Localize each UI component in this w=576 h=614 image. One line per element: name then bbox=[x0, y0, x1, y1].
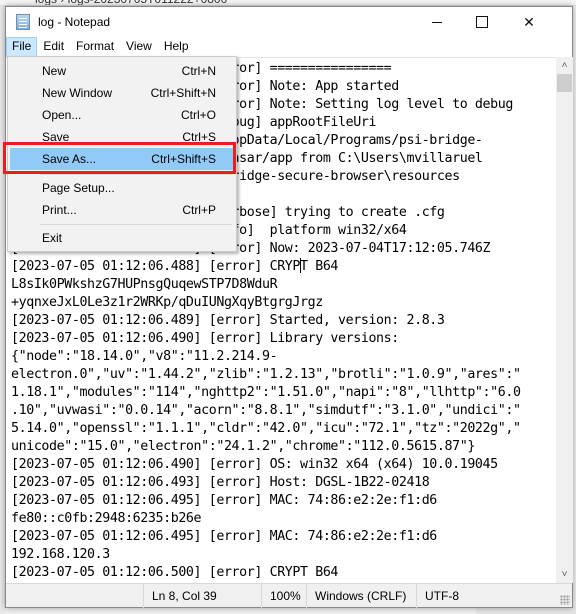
window-title: log - Notepad bbox=[38, 15, 111, 29]
editor-line: [2023-07-05 01:12:06.489] [error] Starte… bbox=[11, 313, 445, 328]
menu-file[interactable]: File bbox=[6, 37, 38, 57]
menu-item-open[interactable]: Open... Ctrl+O bbox=[10, 104, 234, 126]
notepad-app-icon bbox=[16, 14, 30, 30]
vertical-scrollbar[interactable]: ˄ ˅ bbox=[556, 57, 573, 583]
menu-item-shortcut: Ctrl+O bbox=[180, 108, 216, 122]
menu-bar: File Edit Format View Help bbox=[6, 37, 572, 57]
menu-item-page-setup[interactable]: Page Setup... bbox=[10, 177, 234, 199]
menu-item-shortcut: Ctrl+Shift+N bbox=[150, 86, 216, 100]
editor-line: fe80::c0fb:2948:6235:b26e bbox=[11, 511, 202, 526]
status-encoding: UTF-8 bbox=[416, 584, 556, 608]
status-cursor-position: Ln 8, Col 39 bbox=[143, 584, 261, 608]
editor-line: [2023-07-05 01:12:06.500] [error] CRYPT … bbox=[11, 565, 339, 580]
menu-item-label: Page Setup... bbox=[42, 181, 115, 195]
annotation-highlight-save-as bbox=[3, 142, 236, 174]
editor-line: [2023-07-05 01:12:06.495] [error] MAC: 7… bbox=[11, 529, 437, 544]
scroll-down-icon[interactable]: ˅ bbox=[556, 566, 573, 583]
editor-line: electron.0","uv":"1.44.2","zlib":"1.2.13… bbox=[11, 367, 521, 382]
menu-edit[interactable]: Edit bbox=[37, 37, 70, 57]
scroll-thumb[interactable] bbox=[557, 74, 572, 92]
menu-item-shortcut: Ctrl+N bbox=[181, 64, 216, 78]
menu-item-new-window[interactable]: New Window Ctrl+Shift+N bbox=[10, 82, 234, 104]
menu-help[interactable]: Help bbox=[158, 37, 195, 57]
maximize-button[interactable] bbox=[459, 7, 505, 37]
menu-item-shortcut: Ctrl+P bbox=[182, 203, 216, 217]
title-bar[interactable]: log - Notepad bbox=[6, 7, 572, 37]
editor-line: [2023-07-05 01:12:06.490] [error] OS: wi… bbox=[11, 457, 498, 472]
minimize-button[interactable] bbox=[414, 7, 460, 37]
editor-line: .10","uvwasi":"0.0.14","acorn":"8.8.1","… bbox=[11, 403, 521, 418]
menu-item-new[interactable]: New Ctrl+N bbox=[10, 60, 234, 82]
editor-line: unicode":"15.0","electron":"24.1.2","chr… bbox=[11, 439, 475, 454]
editor-line: 192.168.120.3 bbox=[11, 547, 110, 562]
menu-separator bbox=[40, 224, 232, 225]
menu-item-label: New bbox=[42, 64, 67, 78]
editor-line: L8sIk0PWkshzG7HUPnsgQuqewSTP7D8WduR bbox=[11, 277, 278, 292]
status-line-endings: Windows (CRLF) bbox=[306, 584, 416, 608]
resize-grip-icon[interactable] bbox=[560, 595, 570, 605]
editor-line: [2023-07-05 01:12:06.495] [error] MAC: 7… bbox=[11, 493, 437, 508]
editor-line: [2023-07-05 01:12:06.493] [error] Host: … bbox=[11, 475, 430, 490]
editor-line: +yqnxeJxL0Le3z1r2WRKp/qDuIUNgXqyBtgrgJrg… bbox=[11, 295, 323, 310]
menu-item-label: Open... bbox=[42, 108, 82, 122]
menu-item-exit[interactable]: Exit bbox=[10, 227, 234, 249]
menu-item-print[interactable]: Print... Ctrl+P bbox=[10, 199, 234, 221]
menu-item-label: Exit bbox=[42, 231, 63, 245]
editor-line: 5.14.0","openssl":"1.1.1","cldr":"42.0",… bbox=[11, 421, 521, 436]
editor-line: [2023-07-05 01:12:06.488] [error] CRYPT … bbox=[11, 258, 339, 274]
menu-separator bbox=[40, 174, 232, 175]
status-zoom: 100% bbox=[261, 584, 306, 608]
menu-format[interactable]: Format bbox=[70, 37, 120, 57]
text-caret bbox=[300, 258, 302, 273]
menu-item-label: Print... bbox=[42, 203, 77, 217]
editor-line: 1.18.1","modules":"114","nghttp2":"1.51.… bbox=[11, 385, 521, 400]
editor-line: {"node":"18.14.0","v8":"11.2.214.9- bbox=[11, 349, 278, 364]
scroll-up-icon[interactable]: ˄ bbox=[556, 57, 573, 74]
menu-view[interactable]: View bbox=[120, 37, 158, 57]
status-bar: Ln 8, Col 39 100% Windows (CRLF) UTF-8 bbox=[6, 583, 572, 608]
editor-line: [2023-07-05 01:12:06.490] [error] Librar… bbox=[11, 331, 399, 346]
close-button[interactable] bbox=[506, 7, 552, 37]
menu-item-label: New Window bbox=[42, 86, 113, 100]
